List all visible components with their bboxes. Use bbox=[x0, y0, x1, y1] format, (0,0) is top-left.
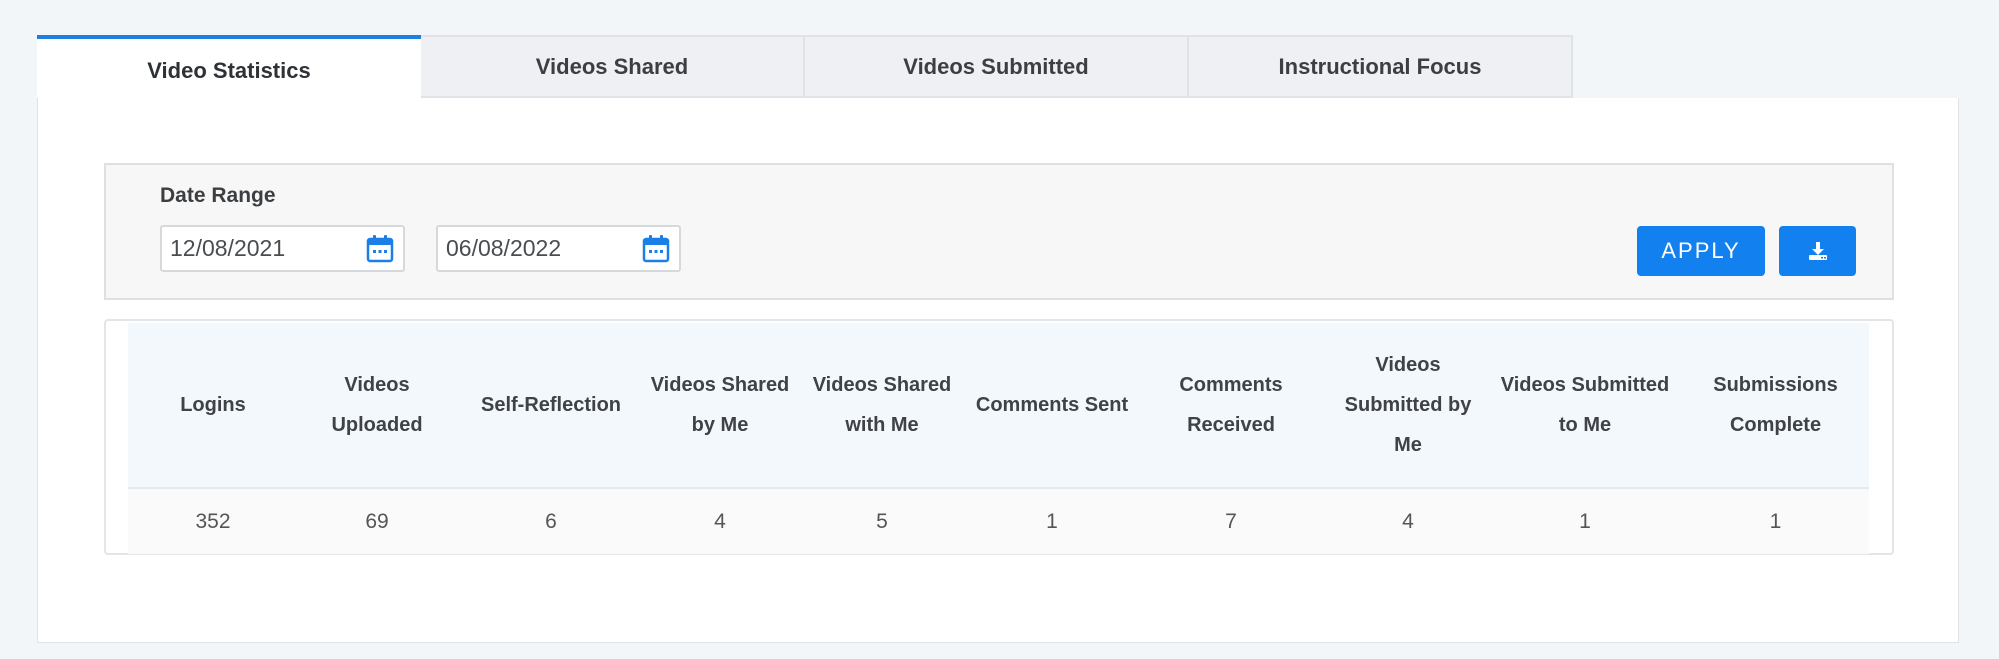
tab-video-statistics[interactable]: Video Statistics bbox=[37, 35, 421, 98]
column-header: Self-Reflection bbox=[456, 323, 646, 489]
column-header: Videos Submitted by Me bbox=[1328, 323, 1488, 489]
apply-button[interactable]: APPLY bbox=[1637, 226, 1765, 276]
table-cell: 69 bbox=[298, 488, 456, 554]
column-header: Videos Shared with Me bbox=[794, 323, 970, 489]
tab-instructional-focus[interactable]: Instructional Focus bbox=[1189, 35, 1573, 98]
date-range-label: Date Range bbox=[160, 184, 276, 207]
table-cell: 7 bbox=[1134, 488, 1328, 554]
table-cell: 352 bbox=[128, 488, 298, 554]
download-icon bbox=[1808, 242, 1827, 260]
column-header: Submissions Complete bbox=[1682, 323, 1869, 489]
end-date-field[interactable]: 06/08/2022 bbox=[436, 225, 681, 272]
column-header: Videos Submitted to Me bbox=[1488, 323, 1682, 489]
table-cell: 5 bbox=[794, 488, 970, 554]
table-cell: 1 bbox=[1488, 488, 1682, 554]
tab-videos-shared[interactable]: Videos Shared bbox=[421, 35, 805, 98]
start-date-field[interactable]: 12/08/2021 bbox=[160, 225, 405, 272]
column-header: Videos Uploaded bbox=[298, 323, 456, 489]
column-header: Logins bbox=[128, 323, 298, 489]
download-button[interactable] bbox=[1779, 226, 1856, 276]
stats-card: Logins Videos Uploaded Self-Reflection V… bbox=[104, 319, 1894, 555]
column-header: Comments Sent bbox=[970, 323, 1134, 489]
table-cell: 1 bbox=[970, 488, 1134, 554]
stats-table: Logins Videos Uploaded Self-Reflection V… bbox=[128, 323, 1869, 554]
table-cell: 4 bbox=[1328, 488, 1488, 554]
tab-videos-submitted[interactable]: Videos Submitted bbox=[805, 35, 1189, 98]
table-row: 352 69 6 4 5 1 7 4 1 1 bbox=[128, 488, 1869, 554]
end-date-value: 06/08/2022 bbox=[446, 235, 562, 261]
table-header-row: Logins Videos Uploaded Self-Reflection V… bbox=[128, 323, 1869, 489]
start-date-value: 12/08/2021 bbox=[170, 235, 286, 261]
date-filter-bar: Date Range 12/08/2021 06/08/2022 APPLY bbox=[104, 163, 1894, 300]
table-cell: 4 bbox=[646, 488, 794, 554]
tab-panel: Date Range 12/08/2021 06/08/2022 APPLY L… bbox=[37, 98, 1959, 643]
table-cell: 1 bbox=[1682, 488, 1869, 554]
column-header: Videos Shared by Me bbox=[646, 323, 794, 489]
table-cell: 6 bbox=[456, 488, 646, 554]
column-header: Comments Received bbox=[1134, 323, 1328, 489]
tab-bar: Video Statistics Videos Shared Videos Su… bbox=[37, 35, 1573, 98]
calendar-icon[interactable] bbox=[641, 234, 671, 264]
calendar-icon[interactable] bbox=[365, 234, 395, 264]
